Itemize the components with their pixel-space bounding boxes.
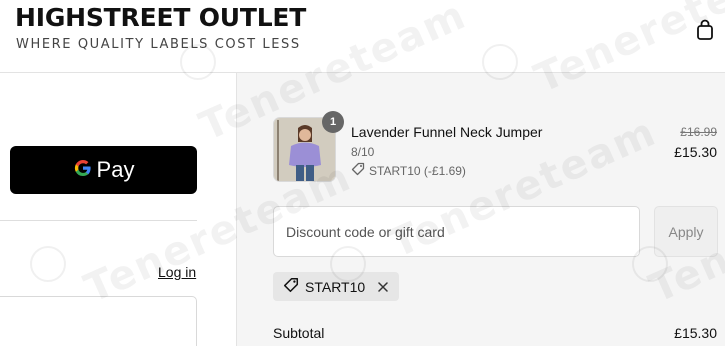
google-pay-button[interactable]: Pay: [10, 146, 197, 194]
discount-code-input[interactable]: [273, 206, 640, 257]
tag-icon: [351, 162, 365, 179]
shopping-bag-icon[interactable]: [694, 18, 716, 42]
tag-icon: [283, 277, 299, 296]
remove-discount-close-icon[interactable]: [377, 281, 389, 293]
brand-name[interactable]: HIGHSTREET OUTLET: [15, 3, 306, 32]
email-field[interactable]: [0, 296, 197, 346]
apply-button[interactable]: Apply: [654, 206, 718, 257]
subtotal-label: Subtotal: [273, 325, 325, 341]
brand-tagline: WHERE QUALITY LABELS COST LESS: [16, 37, 301, 52]
section-divider: [0, 220, 197, 221]
product-discount-text: START10 (-£1.69): [369, 163, 466, 178]
product-variant: 8/10: [351, 145, 375, 159]
applied-discount-chip: START10: [273, 272, 400, 301]
product-name: Lavender Funnel Neck Jumper: [351, 124, 543, 140]
google-g-icon: [73, 158, 93, 183]
subtotal-value: £15.30: [674, 325, 717, 341]
google-pay-label: Pay: [96, 157, 135, 182]
product-discount: START10 (-£1.69): [351, 162, 466, 179]
quantity-badge: 1: [322, 111, 344, 133]
applied-code-text: START10: [305, 278, 366, 295]
item-price: £15.30: [674, 144, 717, 160]
site-header: HIGHSTREET OUTLET WHERE QUALITY LABELS C…: [0, 0, 725, 73]
original-price: £16.99: [680, 125, 717, 139]
login-link[interactable]: Log in: [158, 264, 196, 280]
